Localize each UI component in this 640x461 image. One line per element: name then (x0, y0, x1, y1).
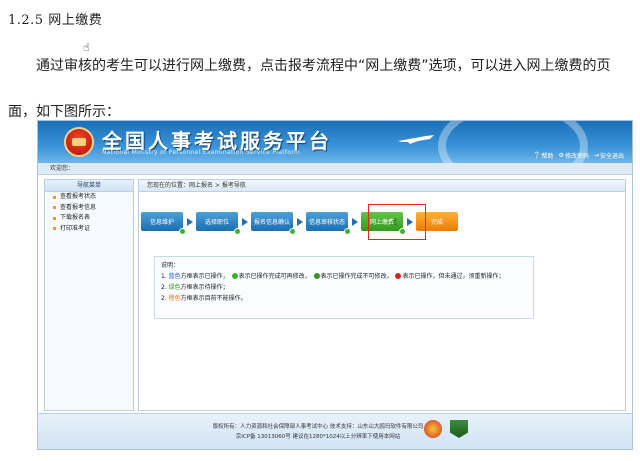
check-icon (344, 227, 351, 235)
bullet-icon (53, 206, 56, 210)
check-icon (234, 227, 241, 235)
top-links: ❔ 帮助 ⚙ 修改密码 ⇥ 安全退出 (533, 151, 624, 160)
welcome-text: 欢迎您： (50, 165, 75, 172)
editable-check-icon (231, 273, 238, 279)
airplane-icon (398, 135, 434, 144)
sidebar: 导航菜单 查看报考状态 查看报考信息 下载报名表 打印准考证 (44, 179, 134, 411)
arrow-right-icon (352, 217, 358, 226)
step-select-position[interactable]: 选择职位 (196, 211, 248, 235)
footer-icp: 京ICP备 13013060号 建议在1280*1024以上分辨率下使用本网站 (235, 434, 401, 440)
help-icon: ❔ (533, 152, 541, 159)
screenshot-figure: 全国人事考试服务平台 National Ministry of Personne… (37, 120, 633, 450)
footer-text: 版权所有：人力资源和社会保障部人事考试中心 技术支持：山东山大鸥玛软件有限公司 … (198, 422, 438, 442)
section-heading: 1.2.5 网上缴费 (8, 13, 103, 28)
sidebar-item-status[interactable]: 查看报考状态 (45, 192, 133, 203)
step-confirm-info[interactable]: 报名信息确认 (251, 211, 303, 235)
breadcrumb: 您现在的位置：网上报名 > 报考导航 (139, 180, 625, 192)
bullet-icon (53, 195, 56, 199)
footer-copyright: 版权所有：人力资源和社会保障部人事考试中心 技术支持：山东山大鸥玛软件有限公司 (212, 424, 424, 430)
step-review-status[interactable]: 信息审核状态 (306, 211, 358, 235)
national-emblem-icon (424, 420, 442, 438)
sidebar-item-print[interactable]: 打印准考证 (45, 224, 133, 235)
check-icon (179, 227, 186, 235)
pointer-hand-icon: ☝ (391, 217, 398, 228)
sidebar-header: 导航菜单 (45, 180, 133, 192)
notes-line-1: 1. 蓝色方框表示已操作， 表示已操作完成可再修改， 表示已操作完成不可修改， … (161, 273, 505, 280)
police-badge-icon (450, 420, 468, 438)
bullet-icon (53, 227, 56, 231)
locked-check-icon (313, 273, 320, 279)
notes-line-3: 2. 橙色方框表示目前不能操作。 (161, 295, 247, 302)
logout-icon: ⇥ (593, 152, 599, 159)
portal-banner: 全国人事考试服务平台 National Ministry of Personne… (38, 121, 632, 191)
legend-notes: 说明： 1. 蓝色方框表示已操作， 表示已操作完成可再修改， 表示已操作完成不可… (154, 256, 534, 319)
arrow-right-icon (297, 217, 303, 226)
help-link[interactable]: ❔ 帮助 (533, 151, 554, 160)
main-panel: 您现在的位置：网上报名 > 报考导航 信息维护 选择职位 报名信息确认 信息审核… (138, 179, 626, 411)
welcome-bar: 欢迎您： (38, 163, 632, 175)
pta-logo-icon (64, 127, 94, 157)
step-info-maintain[interactable]: 信息维护 (141, 211, 193, 235)
arrow-right-icon (187, 217, 193, 226)
portal-subtitle: National Ministry of Personnel Examinati… (102, 149, 301, 156)
notes-title: 说明： (161, 262, 180, 269)
sidebar-item-download[interactable]: 下载报名表 (45, 213, 133, 224)
notes-line-2: 2. 绿色方框表示待操作； (161, 284, 229, 291)
logout-link[interactable]: ⇥ 安全退出 (594, 151, 624, 160)
hand-cursor-icon: ☝ (83, 41, 90, 54)
portal-footer: 版权所有：人力资源和社会保障部人事考试中心 技术支持：山东山大鸥玛软件有限公司 … (38, 413, 632, 449)
check-icon (289, 227, 296, 235)
key-icon: ⚙ (558, 152, 564, 159)
failed-icon (395, 273, 402, 279)
arrow-right-icon (242, 217, 248, 226)
sidebar-item-info[interactable]: 查看报考信息 (45, 203, 133, 214)
bullet-icon (53, 216, 56, 220)
change-password-link[interactable]: ⚙ 修改密码 (559, 151, 589, 160)
